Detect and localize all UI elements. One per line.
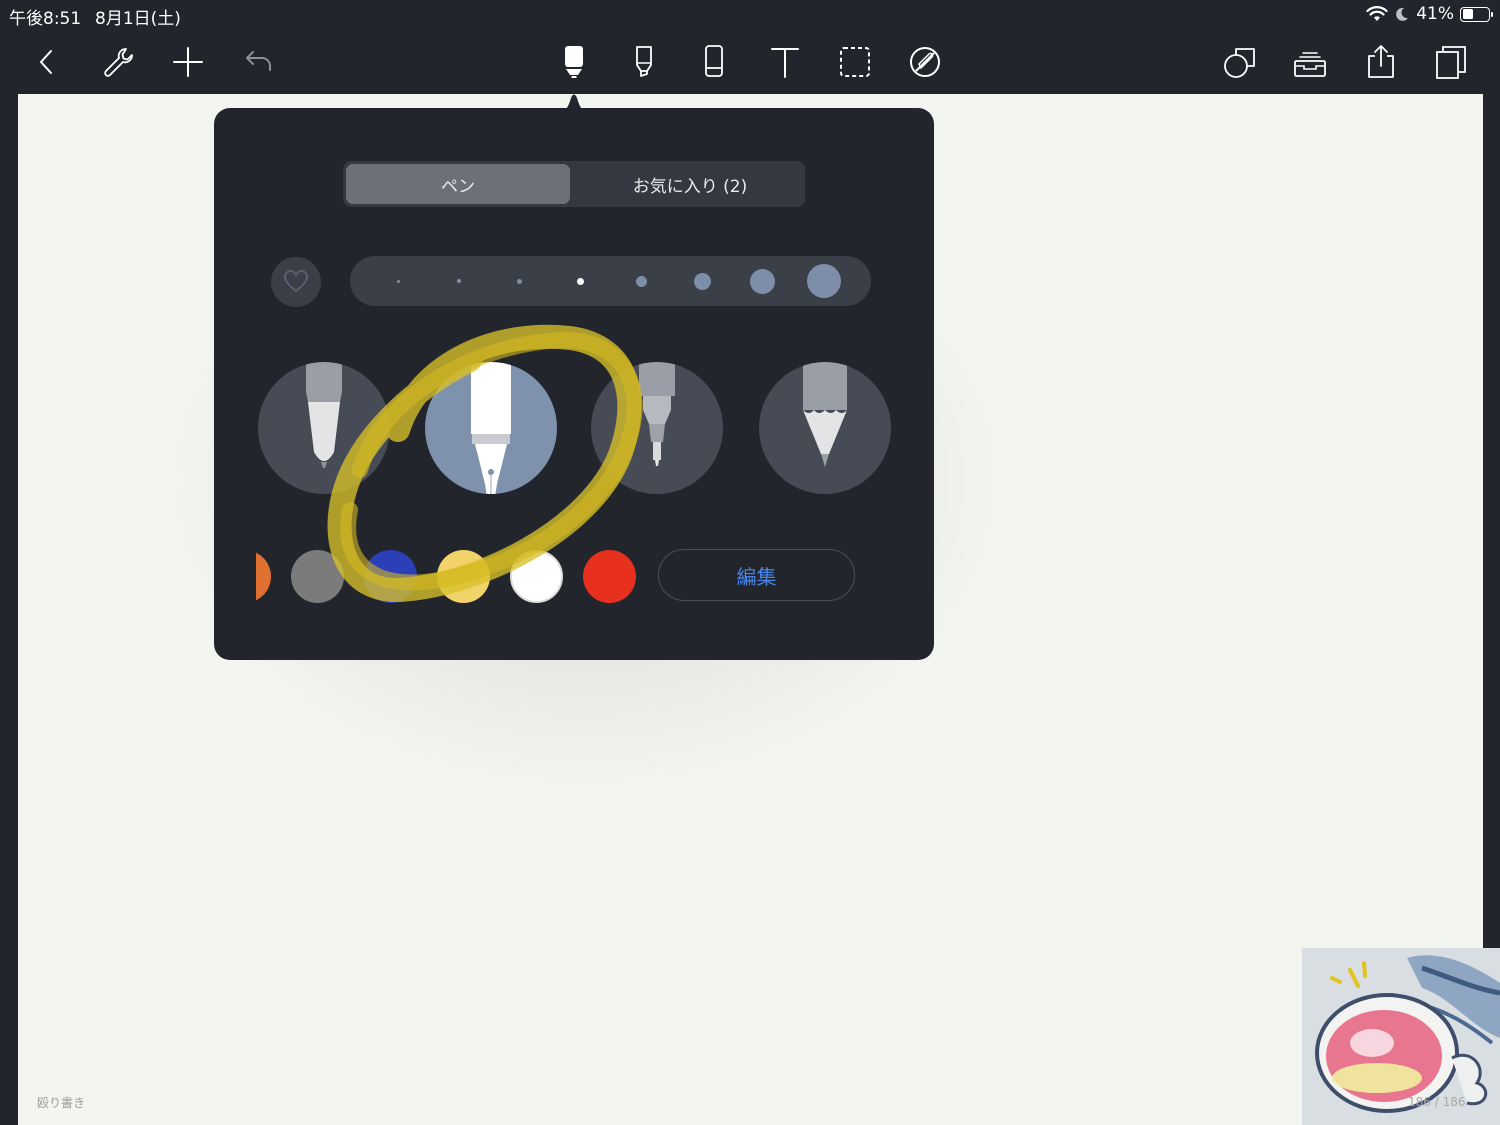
brush-pen-icon [639, 362, 675, 466]
plus-icon [173, 47, 203, 77]
eraser-icon [705, 45, 723, 77]
undo-button[interactable] [235, 40, 281, 84]
color-swatch[interactable] [437, 550, 490, 603]
pencil-option[interactable] [759, 362, 891, 494]
pages-button[interactable] [1428, 40, 1474, 84]
pen-icon [565, 46, 583, 78]
moon-icon [1396, 7, 1409, 21]
sticker-icon [910, 47, 940, 77]
page-thumbnail[interactable] [1302, 948, 1500, 1125]
page-count: 186 / 186 [1408, 1095, 1466, 1109]
stroke-size-option-selected[interactable] [576, 277, 584, 285]
add-page-button[interactable] [165, 40, 211, 84]
pen-favorites-segmented-control: ペン お気に入り (2) [343, 161, 805, 207]
status-indicators: 41% [1366, 4, 1493, 24]
lasso-icon [840, 47, 870, 77]
share-icon [1368, 45, 1394, 78]
fountain-pen-option[interactable] [425, 362, 557, 494]
ballpoint-pen-icon [306, 362, 342, 468]
color-swatch[interactable] [510, 550, 563, 603]
stroke-size-selector [350, 256, 871, 306]
inbox-button[interactable] [1287, 40, 1333, 84]
undo-icon [246, 51, 271, 71]
fountain-pen-icon [471, 362, 511, 494]
toolbar [0, 30, 1500, 120]
status-bar: 午後8:51 8月1日(土) 41% [0, 0, 1500, 30]
text-icon [771, 48, 799, 78]
status-date: 8月1日(土) [95, 9, 181, 29]
color-swatch[interactable] [364, 550, 417, 603]
share-button[interactable] [1358, 40, 1404, 84]
back-icon [40, 50, 52, 74]
sticker-tool-button[interactable] [902, 40, 948, 84]
battery-icon [1460, 6, 1493, 22]
settings-button[interactable] [95, 40, 141, 84]
stroke-size-option[interactable] [750, 268, 776, 294]
brush-pen-option[interactable] [591, 362, 723, 494]
status-time: 午後8:51 [9, 9, 82, 29]
text-tool-button[interactable] [762, 40, 808, 84]
edit-colors-button[interactable]: 編集 [658, 549, 855, 601]
stroke-size-option[interactable] [396, 279, 400, 283]
note-title: 殴り書き [37, 1096, 86, 1110]
stroke-size-option[interactable] [806, 264, 841, 298]
color-swatch[interactable] [291, 550, 344, 603]
highlighter-tool-button[interactable] [621, 40, 667, 84]
tab-pen[interactable]: ペン [346, 164, 570, 204]
ballpoint-pen-option[interactable] [258, 362, 390, 494]
stroke-size-option[interactable] [693, 272, 711, 290]
heart-icon [284, 270, 308, 292]
stroke-size-option[interactable] [456, 279, 461, 283]
eraser-tool-button[interactable] [691, 40, 737, 84]
add-favorite-button[interactable] [271, 257, 321, 307]
pen-tool-button[interactable] [551, 40, 597, 84]
inbox-icon [1294, 52, 1326, 77]
thumbnail-sketch-image [1302, 948, 1500, 1125]
highlighter-icon [636, 46, 652, 77]
wrench-icon [104, 48, 133, 77]
battery-percent: 41% [1416, 4, 1454, 24]
tab-favorites[interactable]: お気に入り (2) [578, 164, 802, 204]
wifi-icon [1366, 6, 1388, 21]
color-swatch[interactable] [256, 550, 271, 603]
back-button[interactable] [24, 40, 70, 84]
stroke-size-option[interactable] [517, 278, 523, 284]
lasso-tool-button[interactable] [832, 40, 878, 84]
shapes-icon [1224, 48, 1255, 78]
stroke-size-option[interactable] [635, 275, 647, 287]
color-swatch[interactable] [583, 550, 636, 603]
pencil-icon [803, 362, 847, 467]
pages-icon [1436, 46, 1466, 79]
shapes-button[interactable] [1217, 40, 1263, 84]
